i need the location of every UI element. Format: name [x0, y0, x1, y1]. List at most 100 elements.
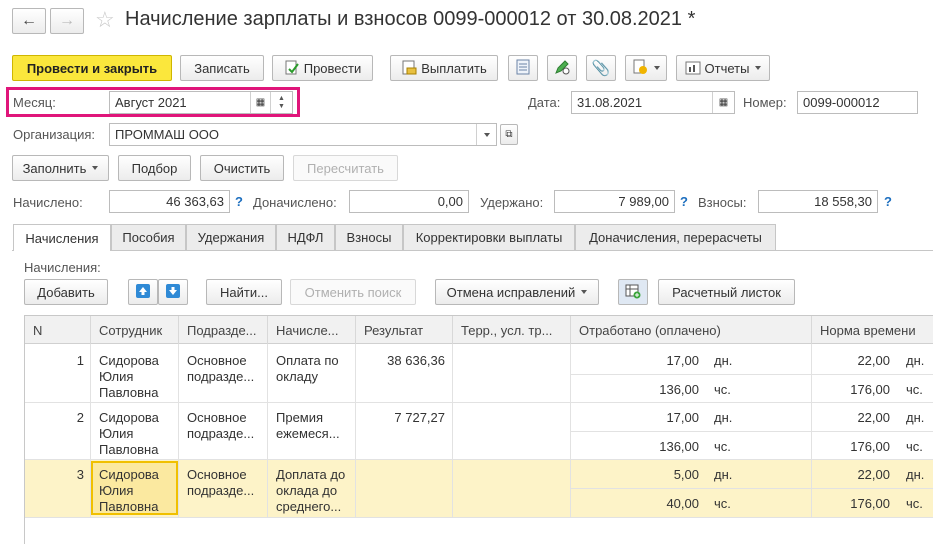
find-button[interactable]: Найти...	[206, 279, 282, 305]
select-button[interactable]: Подбор	[118, 155, 191, 181]
recalculate-button[interactable]: Пересчитать	[293, 155, 398, 181]
accrued-help-icon[interactable]: ?	[235, 194, 243, 209]
tab-label: Взносы	[346, 230, 392, 245]
forward-button[interactable]: →	[50, 8, 84, 34]
norm-hours-cell[interactable]: 176,00	[812, 382, 890, 398]
row-number: 2	[76, 410, 84, 425]
month-stepper[interactable]: ▲ ▼	[270, 92, 292, 113]
pay-button[interactable]: Выплатить	[390, 55, 498, 81]
tab-payment-adjustments[interactable]: Корректировки выплаты	[403, 224, 575, 250]
subrow-divider	[571, 431, 933, 432]
worked-days-cell[interactable]: 17,00	[571, 410, 699, 426]
department-cell[interactable]: Основное подразде...	[187, 410, 254, 442]
column-header[interactable]: Терр., усл. тр...	[453, 316, 571, 344]
worked-hours-cell[interactable]: 136,00	[571, 382, 699, 398]
add-button[interactable]: Добавить	[24, 279, 108, 305]
tab-label: Пособия	[122, 230, 175, 245]
month-value: Август 2021	[115, 95, 187, 110]
back-button[interactable]: ←	[12, 8, 46, 34]
payslip-button[interactable]: Расчетный листок	[658, 279, 795, 305]
fill-button[interactable]: Заполнить	[12, 155, 109, 181]
journal-button[interactable]	[508, 55, 538, 81]
reports-label: Отчеты	[704, 60, 750, 76]
tab-benefits[interactable]: Пособия	[111, 224, 186, 250]
norm-days-cell[interactable]: 22,00	[812, 410, 890, 426]
payslip-label: Расчетный листок	[672, 284, 781, 300]
cancel-corrections-button[interactable]: Отмена исправлений	[435, 279, 599, 305]
document-add-icon	[632, 59, 648, 78]
dropdown-icon[interactable]	[476, 124, 496, 145]
tab-label: Удержания	[197, 230, 265, 245]
arrow-up-icon	[136, 283, 150, 301]
withheld-label: Удержано:	[480, 195, 544, 210]
paperclip-icon: 📎	[591, 60, 611, 77]
column-header[interactable]: N	[25, 316, 91, 344]
result-cell[interactable]: 38 636,36	[355, 353, 445, 369]
tab-deductions[interactable]: Удержания	[186, 224, 276, 250]
month-input[interactable]: Август 2021 ▦ ▲ ▼	[109, 91, 293, 114]
reports-button[interactable]: Отчеты	[676, 55, 770, 81]
number-input[interactable]: 0099-000012	[797, 91, 918, 114]
organization-input[interactable]: ПРОММАШ ООО	[109, 123, 497, 146]
tab-accruals[interactable]: Начисления	[13, 224, 111, 251]
norm-hours-unit: чс.	[906, 496, 923, 511]
tab-label: Начисления	[25, 230, 99, 246]
attach-button[interactable]: 📎	[586, 55, 616, 81]
arrow-left-icon: ←	[21, 12, 37, 29]
calendar-icon[interactable]: ▦	[712, 92, 734, 113]
table-add-icon	[625, 283, 641, 302]
norm-days-cell[interactable]: 22,00	[812, 353, 890, 369]
pencil-icon	[554, 59, 570, 78]
move-down-button[interactable]	[158, 279, 188, 305]
tab-recalculations[interactable]: Доначисления, перерасчеты	[575, 224, 776, 250]
arrow-down-icon	[166, 283, 180, 301]
column-header[interactable]: Результат	[356, 316, 453, 344]
department-cell[interactable]: Основное подразде...	[187, 353, 254, 385]
department-cell[interactable]: Основное подразде...	[187, 467, 254, 499]
norm-hours-cell[interactable]: 176,00	[812, 496, 890, 512]
accrual-cell[interactable]: Оплата по окладу	[276, 353, 339, 385]
save-button[interactable]: Записать	[180, 55, 264, 81]
create-based-on-button[interactable]	[625, 55, 667, 81]
tab-contributions[interactable]: Взносы	[335, 224, 403, 250]
worked-days-cell[interactable]: 17,00	[571, 353, 699, 369]
column-header[interactable]: Сотрудник	[91, 316, 179, 344]
worked-hours-cell[interactable]: 40,00	[571, 496, 699, 512]
hours-unit: чс.	[714, 382, 731, 397]
table-settings-button[interactable]	[618, 279, 648, 305]
open-organization-button[interactable]: ⧉	[500, 124, 518, 145]
withheld-help-icon[interactable]: ?	[680, 194, 688, 209]
accrual-cell[interactable]: Премия ежемеся...	[276, 410, 340, 442]
employee-cell[interactable]: Сидорова Юлия Павловна	[99, 353, 159, 401]
tab-ndfl[interactable]: НДФЛ	[276, 224, 335, 250]
norm-days-cell[interactable]: 22,00	[812, 467, 890, 483]
clear-button[interactable]: Очистить	[200, 155, 284, 181]
column-header[interactable]: Начисле...	[268, 316, 356, 344]
find-label: Найти...	[220, 284, 268, 300]
cancel-search-button[interactable]: Отменить поиск	[290, 279, 416, 305]
move-up-button[interactable]	[128, 279, 158, 305]
contributions-help-icon[interactable]: ?	[884, 194, 892, 209]
worked-days-cell[interactable]: 5,00	[571, 467, 699, 483]
edit-button[interactable]	[547, 55, 577, 81]
tab-label: Корректировки выплаты	[415, 230, 563, 245]
worked-hours-cell[interactable]: 136,00	[571, 439, 699, 455]
result-cell[interactable]: 7 727,27	[355, 410, 445, 426]
employee-cell[interactable]: Сидорова Юлия Павловна	[99, 467, 159, 515]
column-header[interactable]: Отработано (оплачено)	[571, 316, 812, 344]
contributions-label: Взносы:	[698, 195, 747, 210]
extra-accrued-value: 0,00	[437, 194, 463, 209]
employee-cell[interactable]: Сидорова Юлия Павловна	[99, 410, 159, 458]
favorite-star-icon[interactable]: ☆	[95, 7, 115, 33]
post-and-close-button[interactable]: Провести и закрыть	[12, 55, 172, 81]
calendar-icon[interactable]: ▦	[250, 92, 270, 113]
column-divider	[570, 344, 571, 517]
column-header[interactable]: Подразде...	[179, 316, 268, 344]
subrow-divider	[571, 488, 933, 489]
norm-hours-cell[interactable]: 176,00	[812, 439, 890, 455]
post-button[interactable]: Провести	[272, 55, 373, 81]
date-input[interactable]: 31.08.2021 ▦	[571, 91, 735, 114]
accrual-cell[interactable]: Доплата до оклада до среднего...	[276, 467, 345, 515]
norm-days-unit: дн.	[906, 467, 925, 482]
column-header[interactable]: Норма времени	[812, 316, 933, 344]
